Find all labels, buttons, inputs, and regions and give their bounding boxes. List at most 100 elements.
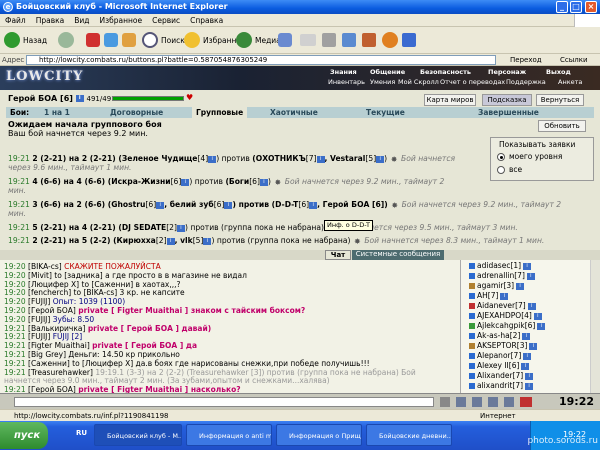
- radio-all[interactable]: [497, 166, 505, 174]
- user-list-item[interactable]: adidasec[1] i: [469, 261, 532, 270]
- nav-character[interactable]: Персонаж: [488, 68, 526, 76]
- user-info-icon[interactable]: i: [537, 322, 546, 330]
- chat-author[interactable]: [FUJIJ]: [28, 297, 53, 306]
- user-list-scrollbar[interactable]: [590, 260, 600, 393]
- forward-button[interactable]: [58, 30, 77, 50]
- tab-group[interactable]: Групповые: [192, 107, 248, 118]
- tab-contract[interactable]: Договорные: [110, 107, 163, 118]
- user-info-icon[interactable]: i: [526, 272, 535, 280]
- menu-help[interactable]: Справка: [185, 14, 228, 27]
- chat-author[interactable]: [FUJIJ]: [28, 315, 53, 324]
- user-list-item[interactable]: AJEXAHDPO[4] i: [469, 311, 542, 320]
- chat-input[interactable]: [14, 397, 434, 407]
- chat-author[interactable]: [Treasurehawker]: [28, 368, 95, 377]
- history-button[interactable]: [278, 30, 295, 50]
- radio-my-level[interactable]: [497, 153, 505, 161]
- messenger-button[interactable]: [382, 30, 401, 50]
- user-list-item[interactable]: Ak-as-ha[2] i: [469, 331, 531, 340]
- user-list-item[interactable]: Ajlekcahgpik[6] i: [469, 321, 546, 330]
- chat-author[interactable]: [Валькиричка]: [28, 324, 88, 333]
- chat-author[interactable]: [Герой БОА]: [28, 306, 78, 315]
- chat-author[interactable]: [Mivit]: [28, 271, 54, 280]
- menu-view[interactable]: Вид: [69, 14, 94, 27]
- chat-author[interactable]: [FUJIJ]: [28, 332, 53, 341]
- user-info-icon[interactable]: i: [525, 372, 534, 380]
- join-fight-icon[interactable]: ✸: [390, 155, 399, 164]
- info-icon[interactable]: i: [166, 237, 175, 245]
- info-icon[interactable]: i: [309, 201, 318, 209]
- chat-author[interactable]: [Figter Muaithai]: [28, 341, 92, 350]
- return-button[interactable]: Вернуться: [536, 94, 584, 106]
- user-info-icon[interactable]: i: [527, 302, 536, 310]
- nav-support[interactable]: Поддержка: [506, 78, 546, 86]
- user-list-item[interactable]: alixandrit[7] i: [469, 381, 534, 390]
- go-button[interactable]: Переход: [510, 54, 542, 66]
- chat-option-icon[interactable]: [472, 397, 482, 407]
- user-info-icon[interactable]: i: [521, 362, 530, 370]
- info-icon[interactable]: i: [316, 155, 325, 163]
- chat-author[interactable]: [Люцифер X]: [28, 280, 81, 289]
- user-list-item[interactable]: adrenallin[7] i: [469, 271, 535, 280]
- chat-option-icon[interactable]: [488, 397, 498, 407]
- user-list-item[interactable]: Alexey II[6] i: [469, 361, 530, 370]
- character-name[interactable]: Герой БОА: [8, 94, 57, 103]
- join-fight-icon[interactable]: ✸: [353, 237, 362, 246]
- user-list-item[interactable]: Aidanever[7] i: [469, 301, 536, 310]
- user-info-icon[interactable]: i: [516, 282, 525, 290]
- nav-my-scroll[interactable]: Мой Скролл: [398, 78, 439, 86]
- stop-button[interactable]: [86, 30, 103, 50]
- tab-system-messages[interactable]: Системные сообщения: [352, 250, 444, 260]
- tab-chaotic[interactable]: Хаотичные: [270, 107, 318, 118]
- nav-inventory[interactable]: Инвентарь: [328, 78, 365, 86]
- chat-author[interactable]: [BIKA-cs]: [28, 262, 64, 271]
- menu-favorites[interactable]: Избранное: [95, 14, 148, 27]
- nav-communication[interactable]: Общение: [370, 68, 405, 76]
- user-list-item[interactable]: Alepanor[7] i: [469, 351, 532, 360]
- task-button[interactable]: Информация о Прищ...: [276, 424, 362, 446]
- chat-send-icon[interactable]: [440, 397, 450, 407]
- maximize-button[interactable]: □: [570, 1, 582, 13]
- user-info-icon[interactable]: i: [523, 352, 532, 360]
- print-button[interactable]: [322, 30, 339, 50]
- start-button[interactable]: пуск: [0, 422, 48, 449]
- tab-1v1[interactable]: 1 на 1: [44, 107, 70, 118]
- nav-profile[interactable]: Анкета: [558, 78, 582, 86]
- task-button[interactable]: Бойцовские дневни...: [366, 424, 452, 446]
- join-fight-icon[interactable]: ✸: [390, 201, 399, 210]
- refresh-button[interactable]: [104, 30, 121, 50]
- search-button[interactable]: Поиск: [142, 30, 185, 50]
- nav-transfers[interactable]: Отчет о переводах: [440, 78, 505, 86]
- nav-exit[interactable]: Выход: [546, 68, 571, 76]
- user-info-icon[interactable]: i: [523, 262, 532, 270]
- tab-chat[interactable]: Чат: [325, 250, 351, 260]
- tab-finished[interactable]: Завершенные: [478, 107, 539, 118]
- chat-option-icon[interactable]: [456, 397, 466, 407]
- user-info-icon[interactable]: i: [500, 292, 509, 300]
- chat-smiley-icon[interactable]: [520, 397, 532, 407]
- links-button[interactable]: Ссылки: [560, 54, 588, 66]
- nav-skills[interactable]: Умения: [370, 78, 395, 86]
- tab-current[interactable]: Текущие: [366, 107, 405, 118]
- close-button[interactable]: ×: [585, 1, 597, 13]
- menu-tools[interactable]: Сервис: [147, 14, 185, 27]
- character-info-icon[interactable]: i: [75, 95, 84, 102]
- info-icon[interactable]: i: [176, 224, 185, 232]
- user-list-item[interactable]: AKSEPTOR[3] i: [469, 341, 538, 350]
- discuss-button[interactable]: [362, 30, 379, 50]
- address-input[interactable]: http://lowcity.combats.ru/buttons.pl?bat…: [26, 55, 496, 65]
- info-icon[interactable]: i: [376, 155, 385, 163]
- media-button[interactable]: Медиа: [236, 30, 281, 50]
- info-icon[interactable]: i: [208, 155, 217, 163]
- refresh-fights-button[interactable]: Обновить: [538, 120, 586, 132]
- user-info-icon[interactable]: i: [533, 312, 542, 320]
- hint-button[interactable]: Подсказка: [482, 94, 532, 106]
- minimize-button[interactable]: _: [556, 1, 568, 13]
- edit-button[interactable]: [342, 30, 359, 50]
- world-map-button[interactable]: Карта миров: [424, 94, 476, 106]
- mail-button[interactable]: [300, 30, 319, 50]
- home-button[interactable]: [122, 30, 139, 50]
- user-list-item[interactable]: agamir[3] i: [469, 281, 525, 290]
- extra-button[interactable]: [402, 30, 419, 50]
- back-button[interactable]: Назад: [4, 30, 47, 50]
- task-button[interactable]: Информация о anti m...: [186, 424, 272, 446]
